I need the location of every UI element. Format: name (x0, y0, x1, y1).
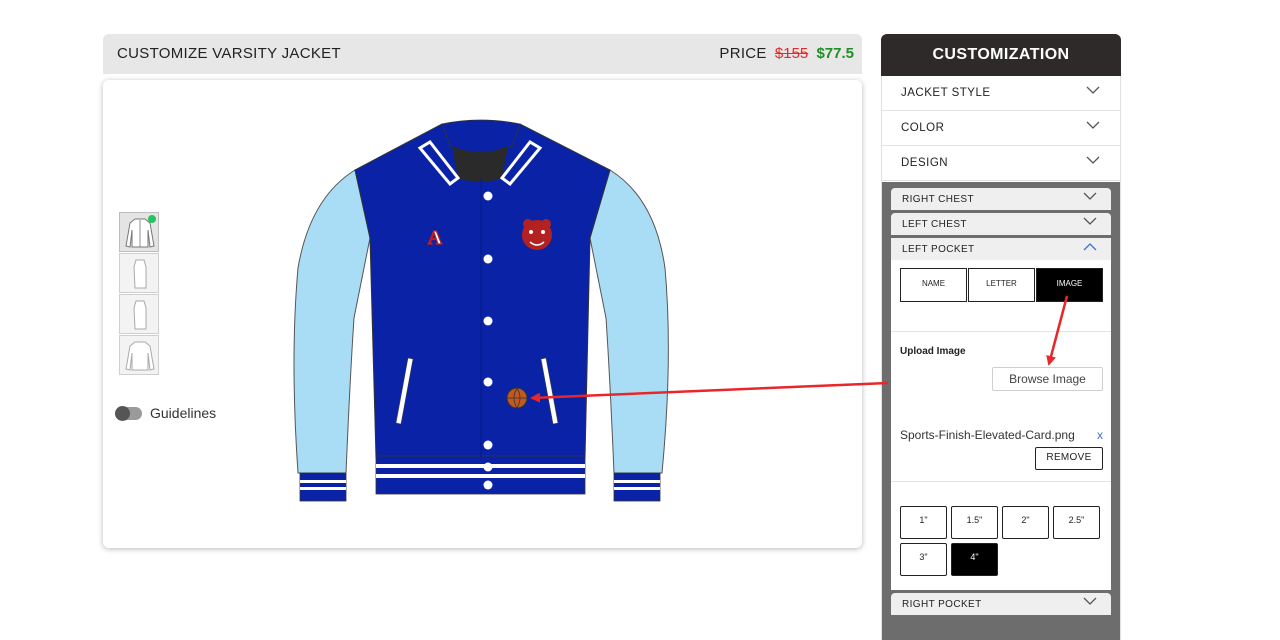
snap-button (483, 462, 493, 472)
subsection-right-chest[interactable]: RIGHT CHEST (891, 188, 1111, 210)
size-option-2-5[interactable]: 2.5" (1053, 506, 1100, 539)
chevron-up-icon (1083, 243, 1097, 251)
patch-type-tabs: NAME LETTER IMAGE (891, 260, 1111, 332)
guidelines-label: Guidelines (150, 405, 217, 421)
upload-image-label: Upload Image (900, 346, 966, 357)
size-option-1-5[interactable]: 1.5" (951, 506, 998, 539)
guidelines-toggle[interactable]: Guidelines (115, 405, 217, 421)
view-thumb-front[interactable] (119, 212, 159, 252)
varsity-jacket-preview[interactable]: A (280, 118, 680, 508)
chevron-down-icon (1086, 121, 1100, 129)
chevron-down-icon (1086, 86, 1100, 94)
subsection-label: LEFT CHEST (902, 219, 967, 230)
chevron-down-icon (1083, 192, 1097, 200)
chevron-down-icon (1086, 156, 1100, 164)
view-thumb-left-side[interactable] (119, 253, 159, 293)
cuff-stripe (614, 480, 660, 483)
jacket-side-icon (133, 300, 147, 330)
subsection-left-pocket-header[interactable]: LEFT POCKET (891, 238, 1111, 260)
price-display: PRICE $155 $77.5 (719, 45, 854, 62)
snap-button (483, 316, 493, 326)
subsection-label: RIGHT POCKET (902, 599, 982, 610)
tab-image[interactable]: IMAGE (1036, 268, 1103, 302)
view-thumbnails (119, 212, 161, 376)
chevron-down-icon (1083, 217, 1097, 225)
page-title: CUSTOMIZE VARSITY JACKET (117, 45, 341, 62)
clear-file-icon[interactable]: x (1097, 428, 1103, 442)
subsection-left-chest[interactable]: LEFT CHEST (891, 213, 1111, 235)
customization-header: CUSTOMIZATION (881, 34, 1121, 76)
right-sleeve (589, 169, 669, 474)
tab-name[interactable]: NAME (900, 268, 967, 302)
chevron-down-icon (1083, 597, 1097, 605)
subsection-label: RIGHT CHEST (902, 194, 974, 205)
upload-image-section: Upload Image Browse Image Sports-Finish-… (891, 332, 1111, 482)
accordion-label: JACKET STYLE (901, 87, 991, 99)
toggle-switch[interactable] (115, 405, 142, 421)
price-label: PRICE (719, 45, 767, 62)
basketball-image-patch[interactable] (506, 387, 528, 409)
jacket-back-icon (125, 341, 155, 371)
accordion-label: COLOR (901, 122, 945, 134)
jacket-side-icon (133, 259, 147, 289)
snap-button (483, 377, 493, 387)
view-thumb-right-side[interactable] (119, 294, 159, 334)
bear-mascot-patch[interactable] (522, 219, 552, 250)
subsection-label: LEFT POCKET (902, 244, 975, 255)
subsection-left-pocket: LEFT POCKET NAME LETTER IMAGE Upload Ima… (891, 238, 1111, 590)
snap-button (483, 191, 493, 201)
size-option-2[interactable]: 2" (1002, 506, 1049, 539)
remove-button[interactable]: REMOVE (1035, 447, 1103, 470)
accordion-label: DESIGN (901, 157, 949, 169)
size-option-1[interactable]: 1" (900, 506, 947, 539)
letter-patch[interactable]: A (427, 226, 443, 249)
left-sleeve (293, 169, 371, 474)
cuff-stripe (300, 487, 346, 490)
snap-button (483, 480, 493, 490)
customization-panel: JACKET STYLE COLOR DESIGN RIGHT CHEST LE… (881, 76, 1121, 640)
waistband-stripe (376, 474, 585, 478)
snap-button (483, 254, 493, 264)
cuff-stripe (300, 480, 346, 483)
size-option-3[interactable]: 3" (900, 543, 947, 576)
sale-price: $77.5 (816, 45, 854, 62)
cuff-stripe (614, 487, 660, 490)
accordion-color[interactable]: COLOR (882, 111, 1120, 146)
uploaded-file-name: Sports-Finish-Elevated-Card.png (900, 428, 1075, 442)
subsection-right-pocket[interactable]: RIGHT POCKET (891, 593, 1111, 615)
patch-size-options: 1" 1.5" 2" 2.5" 3" 4" (891, 482, 1111, 590)
original-price: $155 (774, 45, 809, 62)
accordion-jacket-style[interactable]: JACKET STYLE (882, 76, 1120, 111)
browse-image-button[interactable]: Browse Image (992, 367, 1103, 391)
view-thumb-back[interactable] (119, 335, 159, 375)
editor-header: CUSTOMIZE VARSITY JACKET PRICE $155 $77.… (103, 34, 862, 74)
size-option-4[interactable]: 4" (951, 543, 998, 576)
active-view-indicator (148, 215, 156, 223)
waistband-stripe (376, 464, 585, 468)
snap-button (483, 440, 493, 450)
tab-letter[interactable]: LETTER (968, 268, 1035, 302)
accordion-design[interactable]: DESIGN (882, 146, 1120, 181)
design-options: RIGHT CHEST LEFT CHEST LEFT POCKET NAME … (882, 182, 1120, 640)
